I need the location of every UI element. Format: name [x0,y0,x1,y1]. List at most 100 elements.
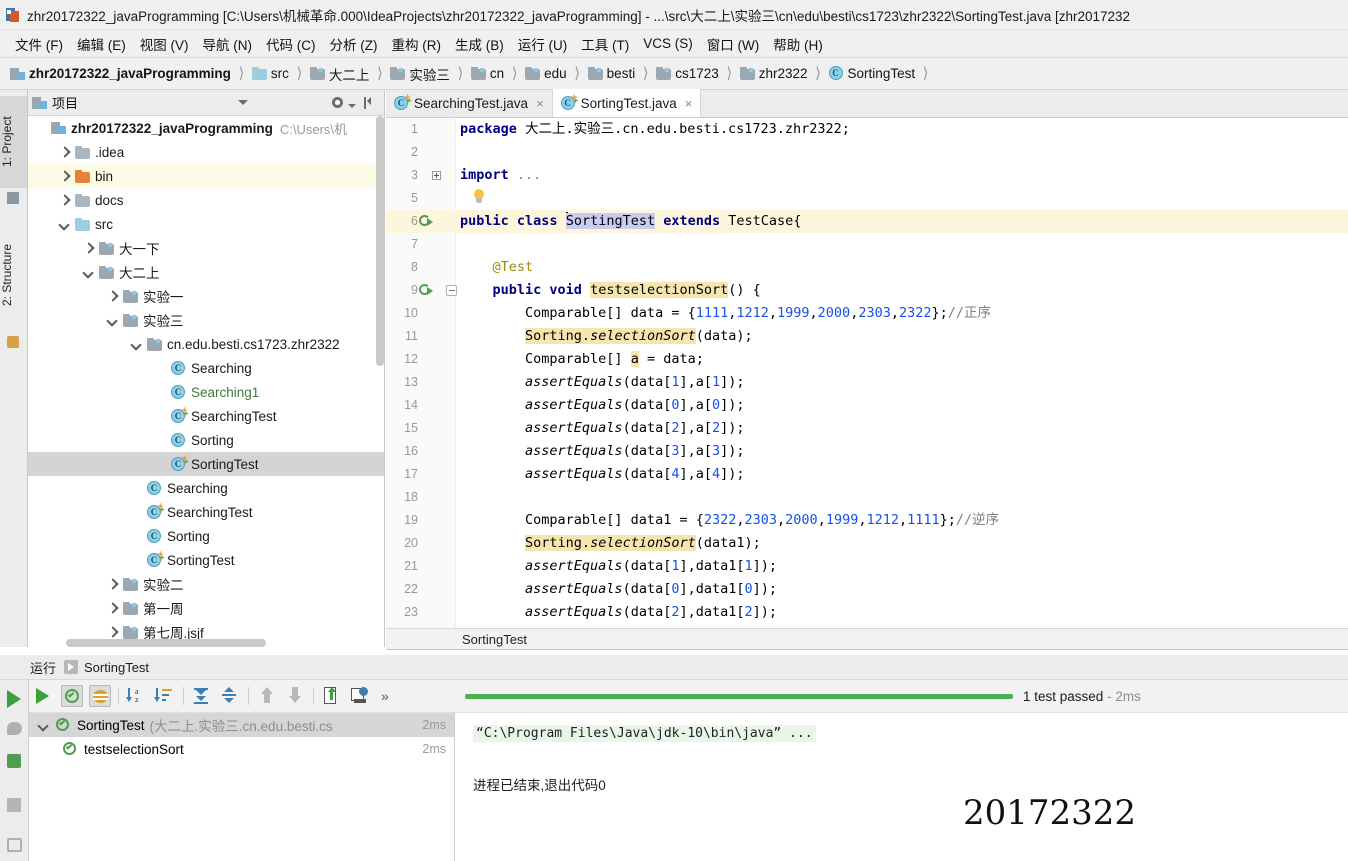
tree-item[interactable]: bin [28,164,384,188]
code-line[interactable]: 12 Comparable[] a = data; [386,348,1348,371]
menu-file[interactable]: 文件 (F) [8,31,70,57]
code-line[interactable]: 14 assertEquals(data[0],a[0]); [386,394,1348,417]
breadcrumb-item-edu[interactable]: edu [523,62,569,86]
chevron-right-icon[interactable] [106,290,119,303]
gear-icon[interactable] [330,95,345,110]
code-line[interactable]: 15 assertEquals(data[2],a[2]); [386,417,1348,440]
code-line[interactable]: 20 Sorting.selectionSort(data1); [386,532,1348,555]
code-line[interactable]: 22 assertEquals(data[0],data1[0]); [386,578,1348,601]
chevron-right-icon[interactable] [106,626,119,639]
run-play-icon[interactable] [33,685,55,707]
chevron-right-icon[interactable] [106,602,119,615]
code-line[interactable]: 6 public class SortingTest extends TestCa… [386,210,1348,233]
collapse-all-icon[interactable] [219,685,241,707]
more-chevron-icon[interactable]: » [377,685,399,707]
tree-item[interactable]: zhr20172322_javaProgramming C:\Users\机 [28,116,384,140]
chevron-right-icon[interactable] [58,170,71,183]
tree-item[interactable]: 实验三 [28,308,384,332]
breadcrumb-item-sortingtest[interactable]: C SortingTest [827,62,918,86]
tree-item[interactable]: 大一下 [28,236,384,260]
project-tree-scrollbar[interactable] [376,116,384,366]
code-line[interactable]: 19 Comparable[] data1 = {2322,2303,2000,… [386,509,1348,532]
dump-threads-icon[interactable] [7,838,25,856]
breadcrumb-item-src[interactable]: src [250,62,291,86]
editor-tab-searchingtest[interactable]: C SearchingTest.java × [386,89,553,117]
code-line[interactable]: 17 assertEquals(data[4],a[4]); [386,463,1348,486]
tree-item[interactable]: docs [28,188,384,212]
test-history-icon[interactable] [349,685,371,707]
editor-tab-sortingtest[interactable]: C SortingTest.java × [552,89,702,117]
chevron-down-icon[interactable] [106,314,119,327]
tree-item[interactable]: C SearchingTest [28,404,384,428]
previous-failed-icon[interactable] [256,685,278,707]
collapse-all-icon[interactable] [362,96,376,110]
tree-item[interactable]: cn.edu.besti.cs1723.zhr2322 [28,332,384,356]
menu-vcs[interactable]: VCS (S) [636,33,700,54]
tree-item[interactable]: 大二上 [28,260,384,284]
code-line[interactable]: 7 [386,233,1348,256]
code-line[interactable]: 8 @Test [386,256,1348,279]
code-line[interactable]: 16 assertEquals(data[3],a[3]); [386,440,1348,463]
code-editor[interactable]: 1 package 大二上.实验三.cn.edu.besti.cs1723.zhr… [386,118,1348,628]
breadcrumb-item-daerhang[interactable]: 大二上 [308,62,372,86]
next-failed-icon[interactable] [284,685,306,707]
menu-refactor[interactable]: 重构 (R) [385,31,449,57]
tree-item[interactable]: .idea [28,140,384,164]
menu-build[interactable]: 生成 (B) [448,31,511,57]
menu-code[interactable]: 代码 (C) [259,31,323,57]
breadcrumb-item-shiyansan[interactable]: 实验三 [388,62,452,86]
tree-item[interactable]: C SearchingTest [28,500,384,524]
menu-run[interactable]: 运行 (U) [511,31,575,57]
chevron-right-icon[interactable] [106,578,119,591]
test-results-tree[interactable]: SortingTest (大二上.实验三.cn.edu.besti.cs 2ms te… [29,713,455,861]
sort-by-duration-icon[interactable] [154,685,176,707]
code-line[interactable]: 5 [386,187,1348,210]
rerun-failed-icon[interactable] [7,722,25,740]
breadcrumb-item-zhr2322[interactable]: zhr2322 [738,62,810,86]
chevron-down-icon[interactable] [238,100,248,105]
tree-item[interactable]: src [28,212,384,236]
code-line[interactable]: 9 public void testselectionSort() { [386,279,1348,302]
breadcrumb-item-cs1723[interactable]: cs1723 [654,62,721,86]
tree-item[interactable]: C Searching [28,476,384,500]
code-line[interactable]: 18 [386,486,1348,509]
chevron-down-icon[interactable] [37,719,50,732]
chevron-right-icon[interactable] [58,194,71,207]
tool-tab-structure[interactable]: 2: Structure [0,220,27,330]
expand-all-icon[interactable] [191,685,213,707]
sort-alphabetically-icon[interactable]: a z [126,685,148,707]
close-icon[interactable]: × [536,96,544,111]
code-line[interactable]: 13 assertEquals(data[1],a[1]); [386,371,1348,394]
code-line[interactable]: 21 assertEquals(data[1],data1[1]); [386,555,1348,578]
tree-item[interactable]: 实验一 [28,284,384,308]
menu-view[interactable]: 视图 (V) [133,31,196,57]
menu-window[interactable]: 窗口 (W) [700,31,766,57]
chevron-right-icon[interactable] [58,146,71,159]
tree-item[interactable]: 实验二 [28,572,384,596]
menu-navigate[interactable]: 导航 (N) [196,31,260,57]
menu-edit[interactable]: 编辑 (E) [70,31,133,57]
code-line[interactable]: 2 [386,141,1348,164]
code-line[interactable]: 1 package 大二上.实验三.cn.edu.besti.cs1723.zhr… [386,118,1348,141]
breadcrumb-item-project[interactable]: zhr20172322_javaProgramming [8,62,233,86]
test-tree-row[interactable]: SortingTest (大二上.实验三.cn.edu.besti.cs 2ms [29,713,454,737]
tree-item[interactable]: C Searching [28,356,384,380]
run-test-gutter-icon[interactable] [419,214,434,229]
tree-item[interactable]: C Sorting [28,428,384,452]
tree-item[interactable]: C Searching1 [28,380,384,404]
tool-tab-project[interactable]: 1: Project [0,96,27,188]
code-content[interactable]: 1 package 大二上.实验三.cn.edu.besti.cs1723.zhr… [386,118,1348,628]
menu-analyze[interactable]: 分析 (Z) [323,31,385,57]
chevron-down-icon[interactable] [82,266,95,279]
chevron-down-icon[interactable] [348,103,356,108]
intention-bulb-icon[interactable] [472,189,486,205]
run-config-name[interactable]: SortingTest [84,660,149,675]
project-tree[interactable]: zhr20172322_javaProgramming C:\Users\机 .id… [28,116,384,647]
console-output[interactable]: “C:\Program Files\Java\jdk-10\bin\java” … [455,713,1348,861]
rerun-icon[interactable] [7,690,25,708]
export-results-icon[interactable] [321,685,343,707]
project-tree-hscrollbar[interactable] [66,639,266,647]
stop-icon[interactable] [7,798,25,816]
menu-help[interactable]: 帮助 (H) [766,31,830,57]
chevron-down-icon[interactable] [58,218,71,231]
